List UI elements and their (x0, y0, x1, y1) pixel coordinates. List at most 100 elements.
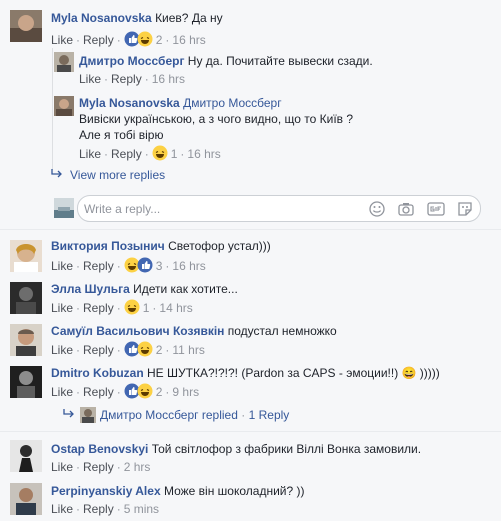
like-button[interactable]: Like (51, 502, 73, 516)
reply-button[interactable]: Reply (83, 33, 114, 47)
view-more-replies-label: View more replies (70, 168, 166, 182)
reply-button[interactable]: Reply (83, 385, 114, 399)
comment-author[interactable]: Myla Nosanovska (79, 96, 180, 110)
avatar-image (10, 240, 42, 272)
like-button[interactable]: Like (79, 147, 101, 161)
separator: · (116, 33, 121, 47)
comment-author[interactable]: Элла Шульга (51, 282, 130, 296)
reply-input[interactable] (84, 200, 354, 217)
like-button[interactable]: Like (51, 33, 73, 47)
like-button[interactable]: Like (51, 301, 73, 315)
comment-text: Може він шоколадний? )) (163, 484, 305, 498)
reaction-count: 3 (155, 259, 163, 273)
avatar[interactable] (10, 440, 42, 472)
replier-name: Дмитро Моссберг (100, 408, 199, 422)
comment-author[interactable]: Ostap Benovskyi (51, 442, 148, 456)
reactions[interactable] (124, 383, 153, 399)
emoji-icon[interactable] (368, 200, 386, 218)
like-button[interactable]: Like (51, 343, 73, 357)
replies-summary[interactable]: Дмитро Моссберг replied · 1 Reply (62, 407, 289, 423)
reply-button[interactable]: Reply (83, 502, 114, 516)
section-divider (0, 229, 501, 230)
gif-icon[interactable] (427, 200, 445, 218)
avatar-image (10, 10, 42, 42)
reactions[interactable] (124, 257, 153, 273)
avatar-image (54, 52, 74, 72)
timestamp[interactable]: 16 hrs (172, 259, 205, 273)
avatar[interactable] (10, 366, 42, 398)
comment-text: Той світлофор з фабрики Віллі Вонка замо… (151, 442, 422, 456)
like-button[interactable]: Like (51, 259, 73, 273)
separator: · (76, 259, 81, 273)
separator: · (116, 385, 121, 399)
reply-button[interactable]: Reply (111, 147, 142, 161)
mention-link[interactable]: Дмитро Моссберг (183, 96, 282, 110)
reply-button[interactable]: Reply (111, 72, 142, 86)
reactions[interactable] (124, 31, 153, 47)
comment-text: Ну да. Почитайте вывески сзади. (187, 54, 373, 68)
like-button[interactable]: Like (51, 385, 73, 399)
reactions[interactable] (124, 341, 153, 357)
timestamp[interactable]: 5 mins (124, 502, 159, 516)
reaction-count: 1 (142, 301, 150, 315)
comment-author[interactable]: Perpinyanskiy Alex (51, 484, 161, 498)
separator: · (76, 343, 81, 357)
timestamp[interactable]: 16 hrs (187, 147, 220, 161)
separator: · (165, 385, 170, 399)
avatar-image (54, 198, 74, 218)
avatar[interactable] (10, 240, 42, 272)
timestamp[interactable]: 16 hrs (172, 33, 205, 47)
current-user-avatar (54, 198, 74, 218)
separator: · (152, 301, 157, 315)
avatar[interactable] (54, 96, 74, 116)
comment-author[interactable]: Dmitro Kobuzan (51, 366, 144, 380)
thread-line (52, 48, 53, 170)
timestamp[interactable]: 2 hrs (124, 460, 151, 474)
sticker-icon[interactable] (456, 200, 474, 218)
reply-box (77, 195, 481, 222)
comment-author[interactable]: Myla Nosanovska (51, 11, 152, 25)
separator: · (116, 343, 121, 357)
reaction-count: 2 (155, 343, 163, 357)
reply-count: 1 Reply (248, 408, 290, 422)
timestamp[interactable]: 11 hrs (172, 343, 204, 357)
comment-text: Идети как хотите... (133, 282, 238, 296)
timestamp[interactable]: 9 hrs (172, 385, 199, 399)
reply-button[interactable]: Reply (83, 259, 114, 273)
avatar[interactable] (10, 483, 42, 515)
view-more-replies[interactable]: View more replies (50, 167, 165, 183)
avatar[interactable] (54, 52, 74, 72)
avatar[interactable] (10, 282, 42, 314)
like-button[interactable]: Like (51, 460, 73, 474)
timestamp[interactable]: 14 hrs (159, 301, 192, 315)
separator: · (241, 408, 246, 422)
separator: · (165, 33, 170, 47)
separator: · (104, 147, 109, 161)
timestamp[interactable]: 16 hrs (152, 72, 185, 86)
avatar-image (10, 324, 42, 356)
like-button[interactable]: Like (79, 72, 101, 86)
comment-text-line-2: Але я тобі вірю (79, 128, 164, 142)
avatar-image (10, 440, 42, 472)
comment-author[interactable]: Виктория Позынич (51, 239, 165, 253)
reply-button[interactable]: Reply (83, 460, 114, 474)
separator: · (76, 33, 81, 47)
comment-text: Светофор устал))) (168, 239, 271, 253)
separator: · (76, 301, 81, 315)
reply-button[interactable]: Reply (83, 343, 114, 357)
separator: · (76, 385, 81, 399)
avatar[interactable] (10, 324, 42, 356)
replied-label: replied (201, 408, 238, 422)
camera-icon[interactable] (397, 200, 415, 218)
avatar[interactable] (10, 10, 42, 42)
separator: · (76, 460, 81, 474)
avatar-image (10, 483, 42, 515)
reply-button[interactable]: Reply (83, 301, 114, 315)
reactions[interactable] (152, 145, 168, 161)
comment-text-line-1: Вивіски українською, а з чого видно, що … (79, 112, 354, 126)
reactions[interactable] (124, 299, 140, 315)
comment-author[interactable]: Дмитро Моссберг (79, 54, 184, 68)
comment-text: НЕ ШУТКА?!?!?! (Pardon за CAPS - эмоции!… (147, 366, 440, 380)
reaction-count: 1 (170, 147, 178, 161)
comment-author[interactable]: Самуїл Васильович Козявкін (51, 324, 224, 338)
